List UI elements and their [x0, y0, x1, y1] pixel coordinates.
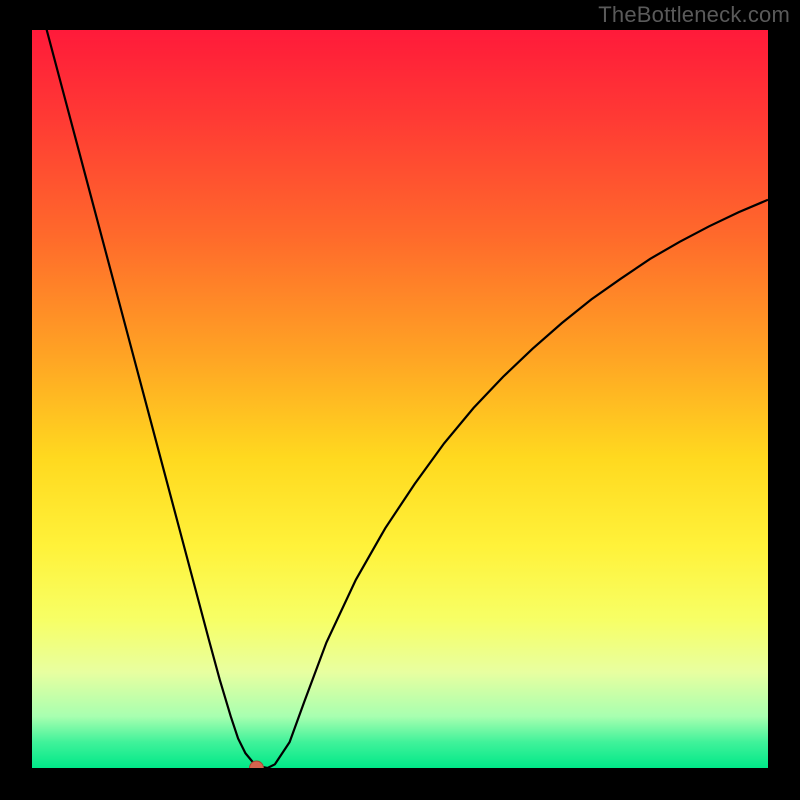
chart-frame: TheBottleneck.com: [0, 0, 800, 800]
gradient-background: [32, 30, 768, 768]
bottleneck-chart: [32, 30, 768, 768]
watermark-text: TheBottleneck.com: [598, 2, 790, 28]
plot-area: [32, 30, 768, 768]
